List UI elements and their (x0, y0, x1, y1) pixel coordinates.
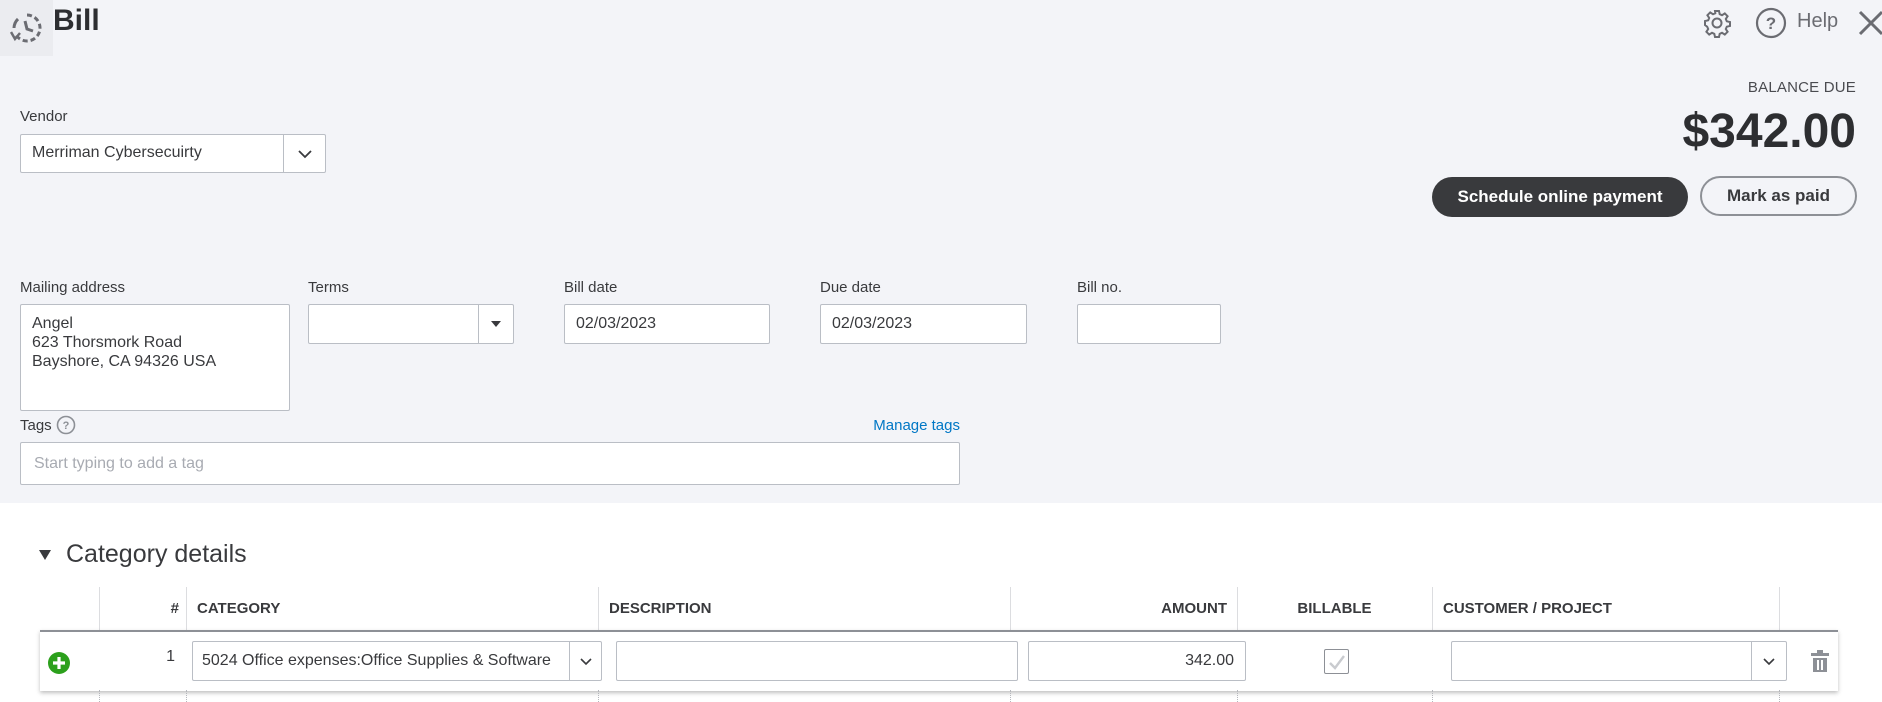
gear-icon (1704, 10, 1731, 38)
column-divider (186, 690, 187, 702)
terms-select[interactable] (308, 304, 514, 344)
column-header-number: # (170, 600, 179, 617)
description-input[interactable] (616, 641, 1018, 681)
history-icon (9, 13, 41, 43)
help-circle-icon: ? (56, 415, 76, 435)
manage-tags-link[interactable]: Manage tags (873, 417, 960, 434)
category-select[interactable]: 5024 Office expenses:Office Supplies & S… (192, 641, 602, 681)
mark-as-paid-button[interactable]: Mark as paid (1700, 176, 1857, 216)
customer-project-dropdown-toggle[interactable] (1751, 642, 1786, 680)
customer-project-value (1452, 642, 1751, 680)
category-details-toggle[interactable]: Category details (38, 540, 247, 569)
help-button[interactable]: ? (1754, 6, 1788, 40)
column-header-amount: AMOUNT (1161, 600, 1227, 617)
column-header-description: DESCRIPTION (609, 600, 712, 617)
column-divider (598, 587, 599, 630)
column-divider (1432, 690, 1433, 702)
balance-due-label: BALANCE DUE (1747, 79, 1856, 96)
chevron-down-icon (579, 657, 592, 665)
column-divider (1432, 587, 1433, 630)
due-date-label: Due date (820, 279, 881, 296)
vendor-dropdown-toggle[interactable] (283, 135, 325, 172)
schedule-online-payment-button[interactable]: Schedule online payment (1432, 177, 1688, 217)
checkmark-icon (1328, 654, 1345, 670)
close-button[interactable] (1856, 6, 1882, 40)
column-divider (186, 587, 187, 630)
help-link[interactable]: Help (1797, 10, 1838, 33)
balance-due-amount: $342.00 (1682, 105, 1856, 158)
column-divider (1779, 587, 1780, 630)
chevron-down-icon (1763, 657, 1775, 665)
chevron-down-icon (297, 149, 312, 158)
tags-input[interactable]: Start typing to add a tag (20, 442, 960, 485)
tags-help-button[interactable]: ? (55, 414, 77, 436)
triangle-down-icon (39, 549, 51, 560)
row-number: 1 (166, 648, 175, 665)
vendor-label: Vendor (20, 108, 68, 125)
add-line-button[interactable] (47, 651, 71, 675)
tags-label: Tags (20, 417, 52, 434)
column-divider (1237, 690, 1238, 702)
mailing-address-textarea[interactable]: Angel 623 Thorsmork Road Bayshore, CA 94… (20, 304, 290, 411)
help-circle-icon: ? (1755, 7, 1787, 39)
close-icon (1858, 10, 1882, 36)
billable-checkbox[interactable] (1324, 649, 1349, 674)
mailing-address-label: Mailing address (20, 279, 126, 296)
svg-text:?: ? (63, 420, 70, 432)
terms-label: Terms (308, 279, 349, 296)
caret-down-icon (491, 321, 501, 327)
terms-dropdown-toggle[interactable] (478, 305, 513, 343)
category-dropdown-toggle[interactable] (569, 642, 601, 680)
svg-text:?: ? (1766, 14, 1776, 33)
plus-circle-icon (48, 652, 70, 674)
history-button[interactable] (0, 0, 53, 56)
column-header-customer-project: CUSTOMER / PROJECT (1443, 600, 1612, 617)
customer-project-select[interactable] (1451, 641, 1787, 681)
vendor-select[interactable]: Merriman Cybersecuirty (20, 134, 326, 173)
column-divider (1010, 690, 1011, 702)
column-divider (598, 690, 599, 702)
delete-row-button[interactable] (1808, 648, 1832, 674)
due-date-input[interactable]: 02/03/2023 (820, 304, 1027, 344)
category-value: 5024 Office expenses:Office Supplies & S… (202, 652, 551, 669)
vendor-value: Merriman Cybersecuirty (32, 144, 202, 161)
bill-no-label: Bill no. (1077, 279, 1123, 296)
column-divider (1779, 690, 1780, 702)
column-divider (99, 690, 100, 702)
page-title: Bill (53, 4, 100, 37)
bill-date-label: Bill date (564, 279, 618, 296)
bill-date-input[interactable]: 02/03/2023 (564, 304, 770, 344)
bill-no-input[interactable] (1077, 304, 1221, 344)
category-details-title: Category details (66, 540, 247, 568)
settings-button[interactable] (1700, 6, 1734, 40)
trash-icon (1811, 650, 1829, 672)
column-header-category: CATEGORY (197, 600, 281, 617)
amount-input[interactable]: 342.00 (1028, 641, 1246, 681)
column-header-billable: BILLABLE (1297, 600, 1372, 617)
terms-value (309, 305, 478, 343)
